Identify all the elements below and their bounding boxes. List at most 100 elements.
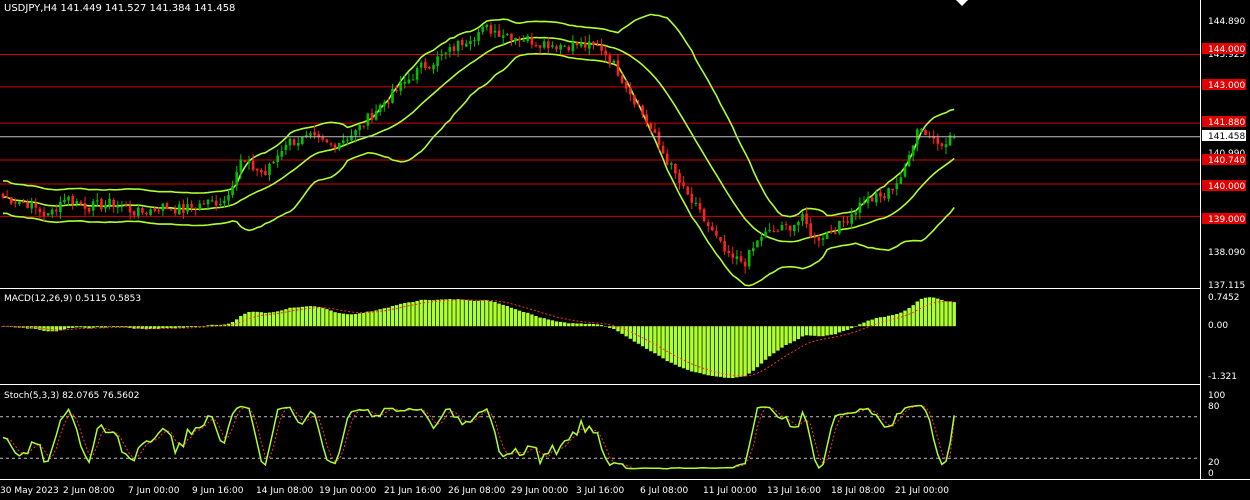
macd-bar [813, 326, 817, 336]
candle-body [59, 201, 62, 213]
candle-body [760, 237, 763, 241]
triangle-down-icon[interactable] [956, 0, 968, 6]
candle [333, 142, 337, 153]
candle-body [862, 203, 866, 205]
candle-body [858, 202, 862, 213]
time-tick: 3 Jul 16:00 [576, 486, 625, 496]
candle [768, 223, 771, 233]
candle [501, 29, 505, 45]
candle [42, 206, 46, 222]
macd-bar [542, 318, 546, 327]
macd-bar [772, 326, 776, 354]
candle-body [108, 198, 111, 206]
candle [358, 124, 361, 136]
candle-body [493, 30, 497, 33]
candle-body [169, 209, 173, 211]
macd-bar [534, 315, 538, 327]
macd-bar [489, 301, 493, 327]
candle [100, 197, 103, 212]
candle-body [444, 52, 448, 54]
macd-bar [550, 320, 555, 327]
candle-body [690, 193, 694, 203]
candle [264, 164, 267, 176]
candle-body [243, 160, 247, 162]
macd-bar [878, 317, 883, 327]
candle [194, 207, 197, 216]
candle [928, 131, 931, 139]
macd-bar [169, 326, 173, 328]
candle [940, 142, 944, 150]
candle-body [526, 36, 530, 42]
macd-bar [743, 326, 747, 377]
candle [616, 54, 620, 77]
candle [596, 40, 599, 47]
macd-bar [374, 310, 378, 327]
candle [682, 176, 685, 189]
lower-band-line [2, 52, 955, 287]
candle [428, 65, 431, 70]
candle [534, 41, 538, 48]
stoch-tick: 20 [1208, 458, 1220, 468]
macd-bar [62, 326, 67, 330]
macd-bar [366, 311, 370, 327]
candle-body [567, 46, 571, 51]
candle [219, 197, 222, 208]
candle [460, 37, 464, 51]
price-tick: 144.890 [1208, 17, 1245, 27]
candle-body [899, 177, 903, 184]
macd-bar [312, 306, 317, 327]
candle [440, 49, 443, 61]
candle-body [842, 221, 845, 223]
macd-bar [845, 326, 850, 330]
candle-body [132, 211, 136, 216]
candle-body [1, 193, 5, 198]
stoch-signal-line [2, 405, 955, 470]
candle [514, 37, 517, 45]
chart-header: USDJPY,H4 141.449 141.527 141.384 141.45… [4, 3, 235, 14]
candle-body [288, 138, 292, 146]
macd-bar [604, 326, 608, 327]
candle [526, 33, 530, 44]
macd-bar [71, 326, 75, 328]
candle-body [686, 186, 689, 195]
macd-bar [776, 326, 780, 351]
candle [337, 142, 341, 151]
macd-bar [247, 311, 251, 327]
macd-bar [66, 326, 71, 329]
level-label: 141.880 [1208, 118, 1245, 128]
candle [780, 221, 784, 231]
candle-body [649, 123, 653, 130]
macd-bar [624, 326, 628, 337]
candle-body [813, 236, 817, 238]
candle-body [399, 82, 402, 91]
candle-body [698, 203, 702, 210]
candle [797, 220, 800, 233]
candle [674, 163, 677, 179]
candle [862, 196, 866, 205]
candle-body [473, 39, 476, 41]
candle-body [333, 144, 337, 149]
candle [489, 22, 493, 38]
candle [801, 211, 804, 227]
candle-body [63, 199, 66, 203]
candle-body [145, 213, 148, 215]
macd-bar [206, 325, 210, 327]
candle [547, 37, 550, 53]
macd-bar [800, 326, 805, 337]
candle-body [100, 199, 103, 210]
candle [600, 38, 603, 56]
time-tick: 29 Jun 00:00 [511, 486, 568, 496]
candle-body [583, 43, 587, 48]
macd-bar [464, 300, 468, 327]
macd-bar [194, 326, 198, 328]
candle [362, 125, 366, 129]
candle-body [706, 222, 710, 227]
time-tick: 9 Jun 16:00 [192, 486, 244, 496]
price-chart[interactable]: USDJPY,H4 141.449 141.527 141.384 141.45… [0, 0, 1250, 500]
candle [210, 195, 214, 203]
candle [829, 224, 833, 235]
candle [465, 39, 468, 48]
candle-body [407, 79, 411, 84]
candle-body [309, 133, 312, 136]
candle-body [641, 105, 644, 115]
